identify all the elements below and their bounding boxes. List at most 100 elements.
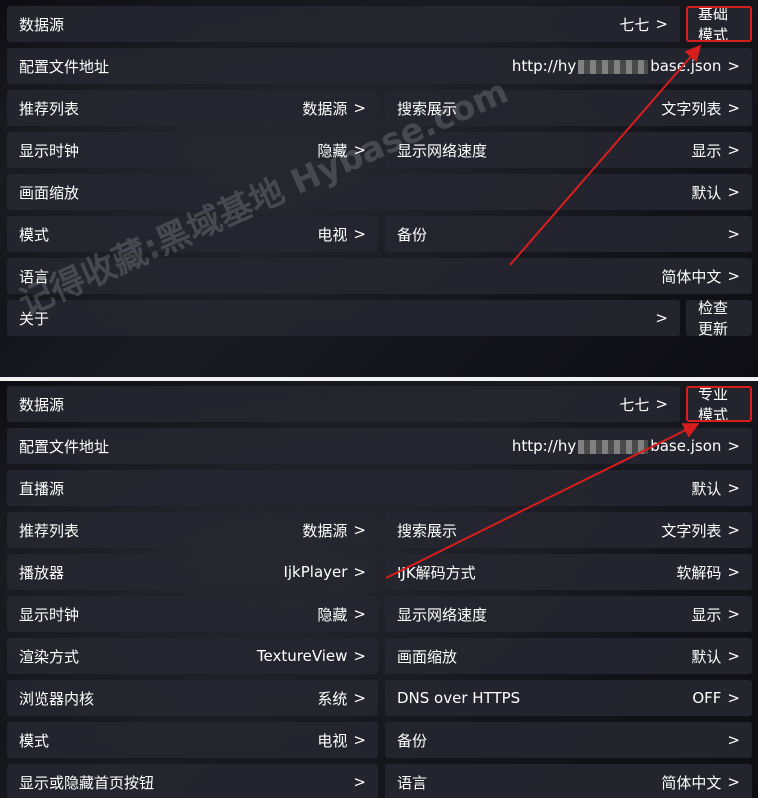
- row-show-clock[interactable]: 显示时钟 隐藏 >: [7, 132, 378, 168]
- settings-panel-basic: 数据源 七七 > 基础模式 配置文件地址 http://hy base.json > …: [0, 0, 758, 377]
- row-label: 播放器: [19, 563, 65, 582]
- chevron-right-icon: >: [353, 605, 366, 623]
- row-value: 默认: [691, 479, 722, 498]
- row-label: 数据源: [19, 395, 65, 414]
- chevron-right-icon: >: [727, 99, 740, 117]
- mode-button-label: 专业模式: [698, 385, 729, 424]
- row-show-net-speed[interactable]: 显示网络速度 显示 >: [385, 596, 752, 632]
- row-label: 直播源: [19, 479, 65, 498]
- row-label: IJK解码方式: [397, 563, 476, 582]
- row-value: 显示: [691, 141, 722, 160]
- chevron-right-icon: >: [727, 57, 740, 75]
- row-render-mode[interactable]: 渲染方式 TextureView >: [7, 638, 378, 674]
- row-value: 电视: [317, 225, 348, 244]
- row-value: 数据源: [302, 99, 348, 118]
- row-value: 隐藏: [317, 605, 348, 624]
- chevron-right-icon: >: [353, 99, 366, 117]
- row-mode[interactable]: 模式 电视 >: [7, 722, 378, 758]
- chevron-right-icon: >: [353, 647, 366, 665]
- basic-mode-button[interactable]: 基础模式: [686, 5, 752, 44]
- mode-button-label: 基础模式: [698, 5, 729, 44]
- chevron-right-icon: >: [727, 141, 740, 159]
- row-language[interactable]: 语言 简体中文 >: [385, 764, 752, 798]
- config-url: http://hy base.json: [511, 437, 722, 455]
- row-value: 隐藏: [317, 141, 348, 160]
- chevron-right-icon: >: [727, 731, 740, 749]
- chevron-right-icon: >: [727, 521, 740, 539]
- chevron-right-icon: >: [727, 605, 740, 623]
- check-update-button[interactable]: 检查更新: [686, 299, 752, 338]
- pro-mode-button[interactable]: 专业模式: [686, 385, 752, 424]
- row-value: 简体中文: [661, 267, 722, 286]
- chevron-right-icon: >: [655, 15, 668, 33]
- chevron-right-icon: >: [353, 141, 366, 159]
- row-live-source[interactable]: 直播源 默认 >: [7, 470, 752, 506]
- row-value: 简体中文: [661, 773, 722, 792]
- row-config-url[interactable]: 配置文件地址 http://hy base.json >: [7, 428, 752, 464]
- chevron-right-icon: >: [727, 563, 740, 581]
- row-label: 推荐列表: [19, 99, 80, 118]
- row-label: 配置文件地址: [19, 437, 110, 456]
- row-label: 画面缩放: [19, 183, 80, 202]
- chevron-right-icon: >: [353, 225, 366, 243]
- row-player[interactable]: 播放器 IjkPlayer >: [7, 554, 378, 590]
- row-value: 七七: [619, 395, 650, 414]
- row-label: 显示网络速度: [397, 605, 488, 624]
- row-label: 关于: [19, 309, 50, 328]
- row-backup[interactable]: 备份 >: [385, 216, 752, 252]
- row-home-buttons[interactable]: 显示或隐藏首页按钮 >: [7, 764, 378, 798]
- row-value: OFF: [692, 689, 722, 707]
- chevron-right-icon: >: [353, 521, 366, 539]
- row-value: 文字列表: [661, 521, 722, 540]
- row-label: 备份: [397, 731, 428, 750]
- row-value: 默认: [691, 183, 722, 202]
- row-label: 显示时钟: [19, 605, 80, 624]
- check-update-label: 检查更新: [698, 299, 729, 338]
- row-picture-zoom[interactable]: 画面缩放 默认 >: [385, 638, 752, 674]
- chevron-right-icon: >: [727, 437, 740, 455]
- row-label: 画面缩放: [397, 647, 458, 666]
- config-url: http://hy base.json: [511, 57, 722, 75]
- row-language[interactable]: 语言 简体中文 >: [7, 258, 752, 294]
- row-value: 数据源: [302, 521, 348, 540]
- chevron-right-icon: >: [727, 267, 740, 285]
- row-show-net-speed[interactable]: 显示网络速度 显示 >: [385, 132, 752, 168]
- row-label: 推荐列表: [19, 521, 80, 540]
- settings-panel-pro: 数据源 七七 > 专业模式 配置文件地址 http://hy base.json > …: [0, 381, 758, 798]
- chevron-right-icon: >: [353, 563, 366, 581]
- row-recommend-list[interactable]: 推荐列表 数据源 >: [7, 512, 378, 548]
- row-label: 渲染方式: [19, 647, 80, 666]
- row-data-source[interactable]: 数据源 七七 >: [7, 386, 680, 422]
- row-value: 文字列表: [661, 99, 722, 118]
- row-label: 语言: [19, 267, 50, 286]
- row-value: TextureView: [256, 647, 348, 665]
- row-label: 浏览器内核: [19, 689, 95, 708]
- row-config-url[interactable]: 配置文件地址 http://hy base.json >: [7, 48, 752, 84]
- row-label: 语言: [397, 773, 428, 792]
- chevron-right-icon: >: [655, 309, 668, 327]
- row-backup[interactable]: 备份 >: [385, 722, 752, 758]
- row-value: 显示: [691, 605, 722, 624]
- row-ijk-decode[interactable]: IJK解码方式 软解码 >: [385, 554, 752, 590]
- row-about[interactable]: 关于 >: [7, 300, 680, 336]
- chevron-right-icon: >: [353, 731, 366, 749]
- row-mode[interactable]: 模式 电视 >: [7, 216, 378, 252]
- row-label: 搜索展示: [397, 521, 458, 540]
- chevron-right-icon: >: [727, 773, 740, 791]
- row-search-display[interactable]: 搜索展示 文字列表 >: [385, 512, 752, 548]
- row-picture-zoom[interactable]: 画面缩放 默认 >: [7, 174, 752, 210]
- row-data-source[interactable]: 数据源 七七 >: [7, 6, 680, 42]
- chevron-right-icon: >: [727, 689, 740, 707]
- row-show-clock[interactable]: 显示时钟 隐藏 >: [7, 596, 378, 632]
- row-value: 默认: [691, 647, 722, 666]
- row-label: 数据源: [19, 15, 65, 34]
- row-value: IjkPlayer: [283, 563, 348, 581]
- row-dns-over-https[interactable]: DNS over HTTPS OFF >: [385, 680, 752, 716]
- row-value: 软解码: [676, 563, 722, 582]
- row-browser-core[interactable]: 浏览器内核 系统 >: [7, 680, 378, 716]
- row-recommend-list[interactable]: 推荐列表 数据源 >: [7, 90, 378, 126]
- row-search-display[interactable]: 搜索展示 文字列表 >: [385, 90, 752, 126]
- row-value: 系统: [317, 689, 348, 708]
- row-label: 模式: [19, 731, 50, 750]
- row-value: 七七: [619, 15, 650, 34]
